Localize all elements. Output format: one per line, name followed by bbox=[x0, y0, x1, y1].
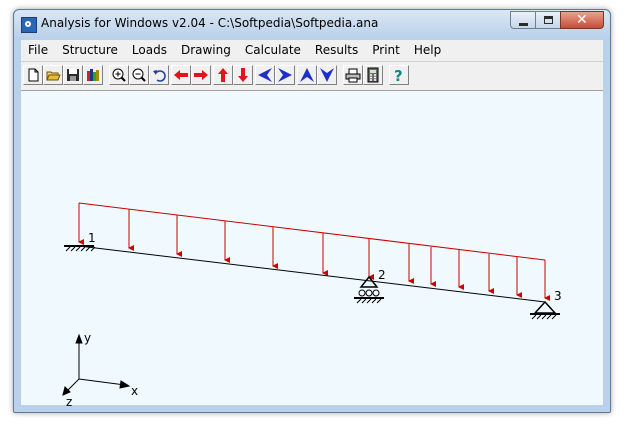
calculator-icon bbox=[367, 67, 379, 83]
zoom-in-icon bbox=[112, 68, 126, 82]
move-left-button[interactable] bbox=[171, 65, 191, 85]
printer-icon bbox=[345, 68, 361, 83]
menu-structure[interactable]: Structure bbox=[55, 40, 125, 60]
new-file-icon bbox=[28, 68, 39, 82]
axis-label-z: z bbox=[66, 395, 73, 409]
svg-text:?: ? bbox=[394, 67, 403, 83]
menu-results[interactable]: Results bbox=[308, 40, 365, 60]
maximize-icon bbox=[544, 16, 553, 24]
menu-help[interactable]: Help bbox=[407, 40, 448, 60]
help-button[interactable]: ? bbox=[389, 65, 409, 85]
red-arrow-up-icon bbox=[218, 68, 228, 82]
rotate-down-button[interactable] bbox=[317, 65, 337, 85]
blue-arrow-up-icon bbox=[300, 68, 314, 82]
zoom-out-icon bbox=[132, 68, 146, 82]
undo-arrow-icon bbox=[153, 70, 166, 82]
close-icon: ✕ bbox=[576, 12, 588, 28]
client-area: File Structure Loads Drawing Calculate R… bbox=[21, 40, 603, 409]
minimize-icon bbox=[519, 23, 528, 26]
red-arrow-left-icon bbox=[174, 70, 188, 80]
menu-calculate[interactable]: Calculate bbox=[238, 40, 308, 60]
load-arrows bbox=[78, 203, 550, 301]
open-button[interactable] bbox=[43, 65, 63, 85]
axis-label-y: y bbox=[84, 331, 92, 345]
distributed-load-line bbox=[78, 202, 546, 261]
pin-support-node-3 bbox=[530, 300, 560, 320]
blue-arrow-down-icon bbox=[320, 68, 334, 82]
undo-button[interactable] bbox=[149, 65, 169, 85]
app-window: Analysis for Windows v2.04 - C:\Softpedi… bbox=[13, 9, 611, 413]
node-label-1: 1 bbox=[88, 231, 96, 245]
menu-loads[interactable]: Loads bbox=[125, 40, 174, 60]
maximize-button[interactable] bbox=[535, 11, 561, 29]
books-icon bbox=[87, 69, 99, 81]
floppy-disk-icon bbox=[67, 69, 79, 81]
move-right-button[interactable] bbox=[191, 65, 211, 85]
node-label-2: 2 bbox=[378, 268, 386, 282]
minimize-button[interactable] bbox=[510, 11, 536, 29]
move-down-button[interactable] bbox=[233, 65, 253, 85]
menu-bar: File Structure Loads Drawing Calculate R… bbox=[21, 40, 603, 60]
axis-triad bbox=[62, 333, 131, 396]
structure-drawing bbox=[62, 202, 560, 396]
save-button[interactable] bbox=[63, 65, 83, 85]
beam-element bbox=[78, 245, 546, 303]
print-button[interactable] bbox=[343, 65, 363, 85]
zoom-out-button[interactable] bbox=[129, 65, 149, 85]
rotate-up-button[interactable] bbox=[297, 65, 317, 85]
blue-arrow-right-icon bbox=[278, 68, 292, 82]
zoom-in-button[interactable] bbox=[109, 65, 129, 85]
library-button[interactable] bbox=[83, 65, 103, 85]
axis-label-x: x bbox=[131, 384, 139, 398]
calculator-button[interactable] bbox=[363, 65, 383, 85]
red-arrow-right-icon bbox=[194, 70, 208, 80]
node-label-3: 3 bbox=[554, 289, 562, 303]
menu-print[interactable]: Print bbox=[365, 40, 407, 60]
window-title: Analysis for Windows v2.04 - C:\Softpedi… bbox=[41, 16, 379, 30]
rotate-right-button[interactable] bbox=[275, 65, 295, 85]
menu-drawing[interactable]: Drawing bbox=[174, 40, 238, 60]
rotate-left-button[interactable] bbox=[255, 65, 275, 85]
menu-file[interactable]: File bbox=[21, 40, 55, 60]
red-arrow-down-icon bbox=[238, 68, 248, 82]
help-question-icon: ? bbox=[394, 67, 403, 83]
drawing-canvas[interactable]: 1 2 3 y x z bbox=[21, 90, 603, 409]
open-folder-icon bbox=[46, 71, 61, 81]
close-button[interactable]: ✕ bbox=[560, 11, 604, 29]
blue-arrow-left-icon bbox=[258, 68, 272, 82]
toolbar: ? bbox=[21, 61, 603, 90]
title-bar[interactable]: Analysis for Windows v2.04 - C:\Softpedi… bbox=[14, 10, 610, 38]
app-icon[interactable] bbox=[21, 17, 37, 33]
new-file-button[interactable] bbox=[23, 65, 43, 85]
move-up-button[interactable] bbox=[213, 65, 233, 85]
fixed-support-node-1 bbox=[64, 245, 96, 252]
